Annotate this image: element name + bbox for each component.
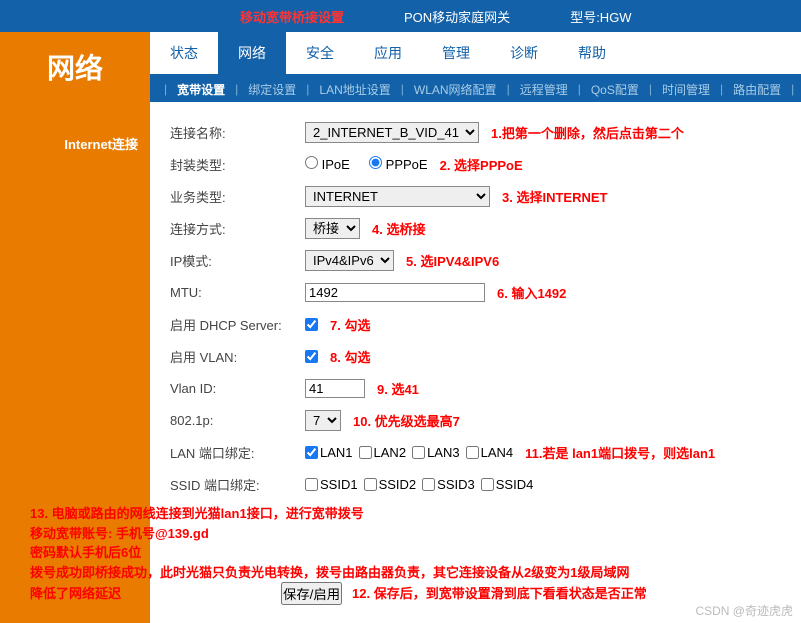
subnav-route[interactable]: 路由配置 [733,81,781,98]
ssid2-checkbox[interactable] [364,478,377,491]
footnote-13: 13. 电脑或路由的网线连接到光猫lan1接口，进行宽带拨号 [30,504,781,524]
footer-notes: 13. 电脑或路由的网线连接到光猫lan1接口，进行宽带拨号 移动宽带账号: 手… [30,504,781,605]
watermark: CSDN @奇迹虎虎 [695,602,793,619]
vlanid-label: Vlan ID: [170,381,305,396]
save-button[interactable]: 保存/启用 [281,582,342,605]
dhcp-checkbox[interactable] [305,318,318,331]
ssid1-checkbox[interactable] [305,478,318,491]
8021p-label: 802.1p: [170,413,305,428]
lan1-checkbox[interactable] [305,446,318,459]
tab-manage[interactable]: 管理 [422,32,490,74]
footnote-latency: 降低了网络延迟 [30,584,121,604]
tab-status[interactable]: 状态 [150,32,218,74]
note-2: 2. 选择PPPoE [440,155,523,174]
subnav-lan[interactable]: LAN地址设置 [319,81,390,98]
encap-label: 封装类型: [170,155,305,174]
model-label: 型号:HGW [570,7,631,26]
tab-app[interactable]: 应用 [354,32,422,74]
radio-ipoe[interactable] [305,156,318,169]
subnav-broadband[interactable]: 宽带设置 [177,81,225,98]
ssid4-checkbox[interactable] [481,478,494,491]
vlanid-input[interactable] [305,379,365,398]
ssid3-checkbox[interactable] [422,478,435,491]
note-1: 1.把第一个删除，然后点击第二个 [491,123,684,142]
main-nav: 状态 网络 安全 应用 管理 诊断 帮助 [150,32,801,76]
content-panel: 连接名称: 2_INTERNET_B_VID_41 1.把第一个删除，然后点击第… [150,102,801,623]
note-8: 8. 勾选 [330,347,370,366]
footnote-account: 移动宽带账号: 手机号@139.gd [30,524,781,544]
header: 网络 状态 网络 安全 应用 管理 诊断 帮助 |宽带设置 |绑定设置 |LAN… [0,32,801,102]
footnote-password: 密码默认手机后6位 [30,543,781,563]
logo-text: 网络 [0,32,150,102]
page-title-annotation: 移动宽带桥接设置 [240,7,344,26]
note-12: 12. 保存后，到宽带设置滑到底下看看状态是否正常 [352,584,647,604]
mtu-label: MTU: [170,285,305,300]
conn-name-label: 连接名称: [170,123,305,142]
note-7: 7. 勾选 [330,315,370,334]
biz-label: 业务类型: [170,187,305,206]
footnote-success: 拨号成功即桥接成功，此时光猫只负责光电转换，拨号由路由器负责，其它连接设备从2级… [30,563,781,583]
tab-help[interactable]: 帮助 [558,32,626,74]
vlan-label: 启用 VLAN: [170,347,305,366]
ssid-bind-label: SSID 端口绑定: [170,475,305,494]
conn-name-select[interactable]: 2_INTERNET_B_VID_41 [305,122,479,143]
ip-label: IP模式: [170,251,305,270]
subnav-wlan[interactable]: WLAN网络配置 [414,81,497,98]
mtu-input[interactable] [305,283,485,302]
ip-select[interactable]: IPv4&IPv6 [305,250,394,271]
tab-network[interactable]: 网络 [218,32,286,74]
vlan-checkbox[interactable] [305,350,318,363]
device-type: PON移动家庭网关 [404,7,510,26]
note-9: 9. 选41 [377,379,419,398]
note-10: 10. 优先级选最高7 [353,411,460,430]
lan2-checkbox[interactable] [359,446,372,459]
lan4-checkbox[interactable] [466,446,479,459]
sub-nav: |宽带设置 |绑定设置 |LAN地址设置 |WLAN网络配置 |远程管理 |Qo… [150,76,801,102]
mode-select[interactable]: 桥接 [305,218,360,239]
note-11: 11.若是 lan1端口拨号，则选lan1 [525,443,715,462]
subnav-binding[interactable]: 绑定设置 [248,81,296,98]
radio-pppoe[interactable] [369,156,382,169]
lan3-checkbox[interactable] [412,446,425,459]
subnav-time[interactable]: 时间管理 [662,81,710,98]
tab-diag[interactable]: 诊断 [490,32,558,74]
sidebar-item-internet[interactable]: Internet连接 [0,124,150,163]
tab-security[interactable]: 安全 [286,32,354,74]
subnav-qos[interactable]: QoS配置 [591,81,639,98]
8021p-select[interactable]: 7 [305,410,341,431]
top-bar: 移动宽带桥接设置 PON移动家庭网关 型号:HGW [0,0,801,32]
dhcp-label: 启用 DHCP Server: [170,315,305,334]
lan-bind-label: LAN 端口绑定: [170,443,305,462]
note-3: 3. 选择INTERNET [502,187,607,206]
subnav-remote[interactable]: 远程管理 [520,81,568,98]
note-5: 5. 选IPV4&IPV6 [406,251,499,270]
biz-select[interactable]: INTERNET [305,186,490,207]
note-6: 6. 输入1492 [497,283,566,302]
mode-label: 连接方式: [170,219,305,238]
note-4: 4. 选桥接 [372,219,425,238]
